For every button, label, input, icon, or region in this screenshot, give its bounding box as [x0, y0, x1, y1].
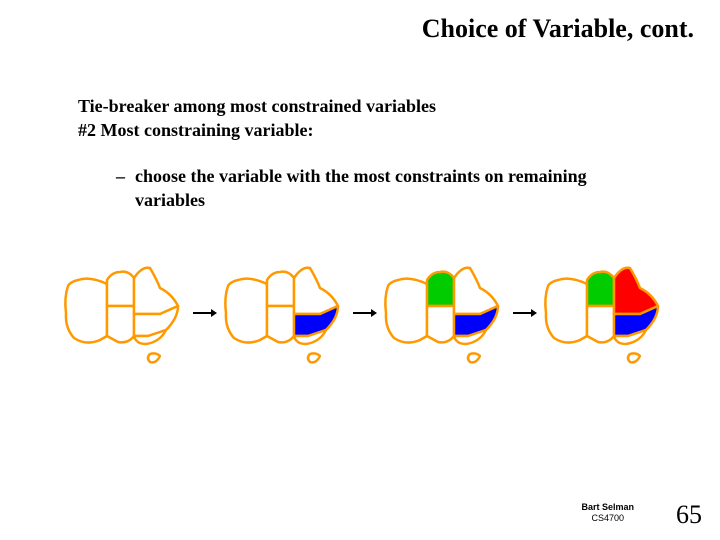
region-wa: [225, 279, 267, 343]
author-name: Bart Selman: [581, 502, 634, 513]
region-tas: [308, 353, 320, 362]
region-wa: [65, 279, 107, 343]
region-qld: [454, 268, 498, 314]
arrow-icon: [513, 308, 537, 318]
diagram-sequence: [60, 248, 670, 378]
arrow-icon: [353, 308, 377, 318]
region-qld: [134, 268, 178, 314]
region-tas: [468, 353, 480, 362]
line-2: #2 Most constraining variable:: [78, 118, 680, 142]
region-sa: [427, 306, 454, 342]
region-sa: [267, 306, 294, 342]
course-code: CS4700: [581, 513, 634, 524]
region-nt: [587, 272, 614, 306]
arrow-icon: [193, 308, 217, 318]
bullet-dash: –: [116, 164, 125, 213]
body-text: Tie-breaker among most constrained varia…: [78, 94, 680, 143]
bullet-text: choose the variable with the most constr…: [135, 164, 660, 213]
region-qld: [294, 268, 338, 314]
australia-map-4: [540, 258, 670, 368]
page-title: Choice of Variable, cont.: [422, 14, 694, 44]
region-sa: [107, 306, 134, 342]
line-1: Tie-breaker among most constrained varia…: [78, 94, 680, 118]
region-nt: [427, 272, 454, 306]
region-wa: [545, 279, 587, 343]
australia-map-1: [60, 258, 190, 368]
region-qld: [614, 268, 658, 314]
footer-author: Bart Selman CS4700: [581, 502, 634, 524]
region-tas: [628, 353, 640, 362]
region-tas: [148, 353, 160, 362]
region-nt: [267, 272, 294, 306]
region-sa: [587, 306, 614, 342]
australia-map-2: [220, 258, 350, 368]
region-wa: [385, 279, 427, 343]
region-nt: [107, 272, 134, 306]
page-number: 65: [676, 500, 702, 530]
bullet-row: – choose the variable with the most cons…: [116, 164, 660, 213]
australia-map-3: [380, 258, 510, 368]
